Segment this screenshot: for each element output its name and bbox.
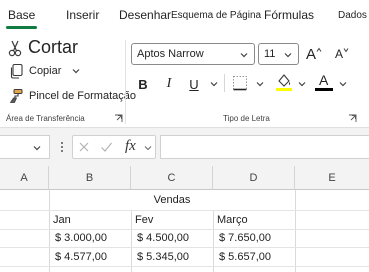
insert-function-button[interactable]: fx: [125, 138, 136, 155]
cut-label: Cortar: [28, 37, 79, 57]
tab-esquema-de-pagina[interactable]: Esquema de Página: [171, 10, 261, 21]
copy-label: Copiar: [29, 65, 62, 77]
shrink-font-letter: A: [334, 47, 343, 61]
caret-up-icon: [316, 47, 322, 52]
formula-input[interactable]: [160, 135, 369, 159]
shrink-font-button[interactable]: A: [333, 45, 351, 63]
column-header-a[interactable]: A: [0, 166, 49, 190]
tab-dados[interactable]: Dados: [338, 10, 367, 21]
scissors-icon: [8, 40, 22, 56]
value-cell[interactable]: $ 5.657,00: [219, 251, 271, 263]
formula-bar: fx: [0, 128, 369, 166]
gridline: [213, 210, 214, 272]
more-options-icon[interactable]: [60, 141, 64, 153]
month-cell-jan[interactable]: Jan: [53, 214, 71, 226]
separator: [224, 74, 225, 92]
cancel-icon[interactable]: [78, 141, 90, 153]
fill-color-chevron-icon[interactable]: [297, 79, 307, 89]
font-name-value: Aptos Narrow: [137, 48, 204, 60]
cut-button[interactable]: Cortar: [8, 37, 78, 58]
font-name-dropdown[interactable]: Aptos Narrow: [131, 43, 255, 65]
tab-inserir[interactable]: Inserir: [66, 8, 99, 22]
format-painter-icon: [9, 89, 23, 103]
value-cell[interactable]: $ 4.500,00: [137, 232, 189, 244]
gridline: [295, 190, 296, 272]
ribbon: Cortar Copiar Pincel de Formatação Área …: [0, 32, 369, 128]
gridline: [0, 247, 369, 248]
chevron-down-icon[interactable]: [143, 143, 153, 153]
copy-button[interactable]: Copiar: [8, 63, 81, 79]
sheet-title-cell[interactable]: Vendas: [49, 194, 295, 206]
chevron-down-icon: [284, 53, 292, 58]
month-cell-fev[interactable]: Fev: [135, 214, 153, 226]
chevron-down-icon: [33, 146, 41, 151]
clipboard-group-label: Área de Transferência: [6, 114, 85, 123]
format-painter-button[interactable]: Pincel de Formatação: [8, 88, 136, 104]
column-header-e[interactable]: E: [295, 166, 369, 190]
font-size-dropdown[interactable]: 11: [258, 43, 299, 65]
gridline: [0, 266, 369, 267]
name-box[interactable]: [0, 135, 50, 159]
font-size-value: 11: [264, 48, 276, 60]
bold-button[interactable]: B: [134, 75, 152, 93]
ribbon-tabs: Base Inserir Desenhar Esquema de Página …: [0, 0, 369, 32]
tab-formulas[interactable]: Fórmulas: [264, 8, 314, 22]
month-cell-marco[interactable]: Março: [217, 214, 248, 226]
grow-font-button[interactable]: A: [305, 45, 323, 63]
underline-button[interactable]: U: [185, 75, 203, 93]
grow-font-letter: A: [305, 45, 316, 63]
group-separator: [125, 40, 126, 124]
chevron-down-icon: [240, 53, 248, 58]
font-group-label: Tipo de Letra: [223, 114, 270, 123]
column-header-b[interactable]: B: [49, 166, 131, 190]
tab-base[interactable]: Base: [5, 8, 38, 29]
enter-check-icon[interactable]: [100, 141, 113, 153]
fill-color-icon[interactable]: [275, 72, 293, 92]
italic-button[interactable]: I: [160, 75, 178, 93]
gridline: [0, 210, 369, 211]
underline-options-chevron-icon[interactable]: [209, 79, 219, 89]
font-color-letter: A: [319, 72, 329, 88]
gridline: [0, 229, 369, 230]
format-painter-label: Pincel de Formatação: [29, 90, 136, 102]
dialog-launcher-icon[interactable]: [114, 114, 123, 123]
font-color-chevron-icon[interactable]: [338, 79, 348, 89]
copy-icon: [10, 63, 23, 79]
column-header-c[interactable]: C: [131, 166, 213, 190]
caret-down-icon: [343, 47, 349, 52]
column-header-d[interactable]: D: [213, 166, 295, 190]
dialog-launcher-icon[interactable]: [348, 114, 357, 123]
formula-buttons: fx: [72, 135, 156, 159]
value-cell[interactable]: $ 3.000,00: [55, 232, 107, 244]
value-cell[interactable]: $ 4.577,00: [55, 251, 107, 263]
borders-icon[interactable]: [232, 75, 248, 91]
font-color-button[interactable]: A: [315, 72, 333, 92]
gridline: [131, 210, 132, 272]
spreadsheet-grid: A B C D E Vendas Jan Fev Março $ 3.000,0…: [0, 166, 369, 272]
chevron-down-icon[interactable]: [71, 66, 81, 76]
tab-desenhar[interactable]: Desenhar: [119, 8, 171, 22]
value-cell[interactable]: $ 7.650,00: [219, 232, 271, 244]
borders-chevron-icon[interactable]: [255, 79, 265, 89]
value-cell[interactable]: $ 5.345,00: [137, 251, 189, 263]
font-color-swatch: [315, 88, 333, 91]
